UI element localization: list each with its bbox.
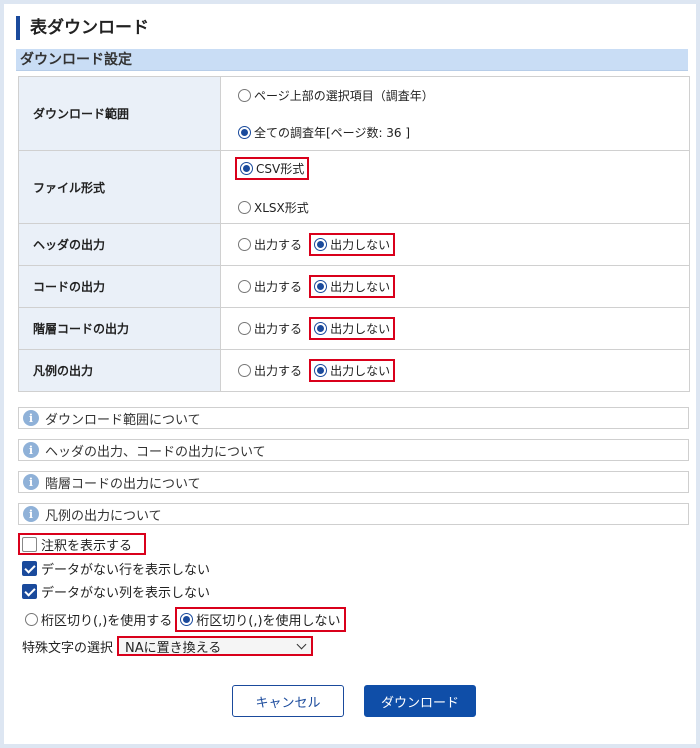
checkbox-checked-icon	[22, 561, 37, 576]
select-value: NAに置き換える	[125, 640, 222, 656]
settings-row-legend: 凡例の出力 出力する 出力しない	[18, 349, 690, 392]
option-label: 出力する	[254, 280, 303, 294]
info-link-label: 凡例の出力について	[45, 508, 162, 524]
checkbox-label: データがない列を表示しない	[41, 586, 211, 601]
option-label: 出力する	[254, 364, 303, 378]
legend-output-no[interactable]: 出力しない	[309, 359, 396, 382]
code-output-options: 出力する 出力しない	[220, 265, 690, 308]
chevron-down-icon	[296, 639, 307, 649]
header-output-yes[interactable]: 出力する	[235, 235, 305, 254]
option-label: 出力しない	[330, 322, 391, 336]
info-link-hier-code[interactable]: i 階層コードの出力について	[18, 471, 689, 493]
radio-selected-icon	[180, 613, 194, 626]
separator-options: 桁区切り(,)を使用する 桁区切り(,)を使用しない	[22, 607, 346, 632]
code-output-no[interactable]: 出力しない	[309, 275, 396, 298]
info-link-range[interactable]: i ダウンロード範囲について	[18, 407, 689, 429]
radio-selected-icon	[314, 364, 328, 377]
radio-selected-icon	[314, 322, 328, 335]
radio-selected-icon	[314, 238, 328, 251]
info-link-label: ダウンロード範囲について	[45, 412, 201, 428]
info-link-header-code[interactable]: i ヘッダの出力、コードの出力について	[18, 439, 689, 461]
info-link-legend[interactable]: i 凡例の出力について	[18, 503, 689, 525]
radio-selected-icon	[314, 280, 328, 293]
show-notes-checkbox[interactable]: 注釈を表示する	[18, 533, 146, 555]
download-panel: 表ダウンロード ダウンロード設定 ダウンロード範囲 ページ上部の選択項目（調査年…	[4, 4, 696, 744]
info-link-label: ヘッダの出力、コードの出力について	[45, 444, 266, 460]
code-output-yes[interactable]: 出力する	[235, 277, 305, 296]
checkbox-icon	[22, 536, 37, 552]
special-chars-label: 特殊文字の選択	[22, 640, 114, 656]
legend-output-yes[interactable]: 出力する	[235, 361, 305, 380]
settings-row-hier-code: 階層コードの出力 出力する 出力しない	[18, 307, 690, 350]
settings-row-header: ヘッダの出力 出力する 出力しない	[18, 223, 690, 266]
option-label: ページ上部の選択項目（調査年）	[254, 88, 434, 103]
option-label: 出力しない	[330, 280, 391, 294]
checkbox-label: データがない行を表示しない	[41, 563, 211, 578]
info-icon: i	[23, 410, 39, 426]
option-label: 出力しない	[330, 364, 391, 378]
radio-icon	[238, 238, 251, 251]
header-output-options: 出力する 出力しない	[220, 223, 690, 266]
format-options: CSV形式 XLSX形式	[220, 150, 690, 224]
legend-output-label: 凡例の出力	[18, 349, 221, 392]
range-options: ページ上部の選択項目（調査年） 全ての調査年[ページ数: 36 ]	[220, 76, 690, 151]
info-icon: i	[23, 442, 39, 458]
option-label: 出力する	[254, 238, 303, 252]
section-heading: ダウンロード設定	[16, 49, 688, 71]
special-chars-row: 特殊文字の選択 NAに置き換える	[22, 636, 314, 656]
option-label: 桁区切り(,)を使用する	[41, 614, 173, 629]
radio-icon	[238, 201, 251, 214]
radio-icon	[238, 88, 251, 102]
settings-row-format: ファイル形式 CSV形式 XLSX形式	[18, 150, 690, 224]
option-label: 出力する	[254, 322, 303, 336]
radio-icon	[25, 613, 38, 626]
separator-no-use[interactable]: 桁区切り(,)を使用しない	[175, 607, 346, 632]
page-title: 表ダウンロード	[16, 16, 149, 40]
settings-row-code: コードの出力 出力する 出力しない	[18, 265, 690, 308]
hier-code-output-label: 階層コードの出力	[18, 307, 221, 350]
range-option-selected-items[interactable]: ページ上部の選択項目（調査年）	[235, 86, 689, 105]
legend-output-options: 出力する 出力しない	[220, 349, 690, 392]
format-option-xlsx[interactable]: XLSX形式	[235, 198, 689, 217]
hide-empty-rows-checkbox[interactable]: データがない行を表示しない	[22, 559, 210, 578]
info-icon: i	[23, 474, 39, 490]
settings-row-range: ダウンロード範囲 ページ上部の選択項目（調査年） 全ての調査年[ページ数: 36…	[18, 76, 690, 151]
checkbox-label: 注釈を表示する	[41, 538, 133, 554]
separator-use[interactable]: 桁区切り(,)を使用する	[22, 609, 175, 630]
code-output-label: コードの出力	[18, 265, 221, 308]
header-output-no[interactable]: 出力しない	[309, 233, 396, 256]
hier-code-output-no[interactable]: 出力しない	[309, 317, 396, 340]
range-label: ダウンロード範囲	[18, 76, 221, 151]
settings-table: ダウンロード範囲 ページ上部の選択項目（調査年） 全ての調査年[ページ数: 36…	[18, 76, 690, 392]
radio-icon	[238, 322, 251, 335]
info-icon: i	[23, 506, 39, 522]
special-chars-select[interactable]: NAに置き換える	[117, 636, 314, 656]
option-label: 桁区切り(,)を使用しない	[196, 614, 341, 629]
option-label: CSV形式	[256, 162, 305, 176]
option-label: 出力しない	[330, 238, 391, 252]
format-label: ファイル形式	[18, 150, 221, 224]
hide-empty-cols-checkbox[interactable]: データがない列を表示しない	[22, 582, 210, 601]
range-option-all-years[interactable]: 全ての調査年[ページ数: 36 ]	[235, 123, 689, 142]
info-link-label: 階層コードの出力について	[45, 476, 201, 492]
header-output-label: ヘッダの出力	[18, 223, 221, 266]
checkbox-checked-icon	[22, 584, 37, 599]
radio-selected-icon	[238, 125, 251, 139]
radio-selected-icon	[240, 162, 253, 175]
option-label: 全ての調査年[ページ数: 36 ]	[254, 125, 411, 140]
format-option-csv[interactable]: CSV形式	[235, 157, 310, 180]
radio-icon	[238, 280, 251, 293]
option-label: XLSX形式	[254, 201, 309, 215]
cancel-button[interactable]: キャンセル	[232, 685, 344, 717]
hier-code-output-options: 出力する 出力しない	[220, 307, 690, 350]
download-button[interactable]: ダウンロード	[364, 685, 476, 717]
radio-icon	[238, 364, 251, 377]
hier-code-output-yes[interactable]: 出力する	[235, 319, 305, 338]
